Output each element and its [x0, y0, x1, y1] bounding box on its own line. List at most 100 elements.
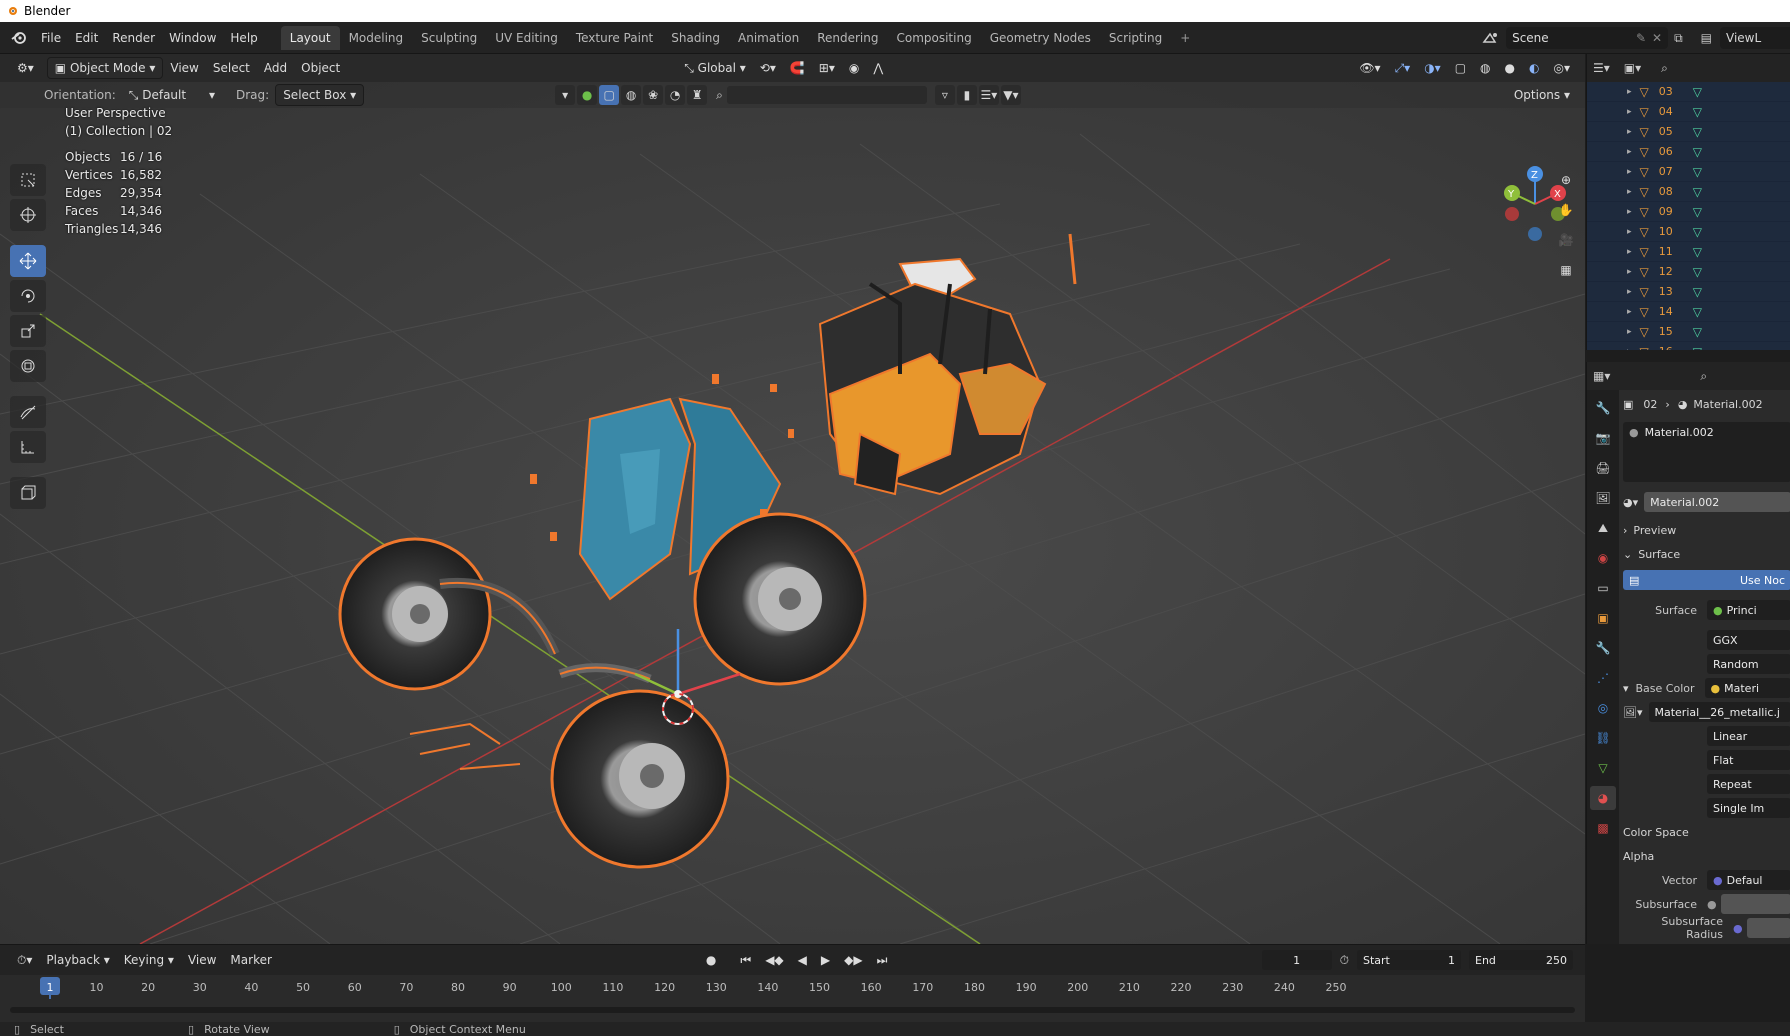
menu-select[interactable]: Select: [206, 57, 257, 79]
prev-keyframe-icon[interactable]: ◀◆: [758, 949, 790, 971]
blender-menu-icon[interactable]: [4, 30, 34, 46]
viewport-filter-icon-4[interactable]: ♜: [687, 85, 708, 105]
drag-dropdown[interactable]: Select Box ▾: [275, 84, 365, 106]
material-browse-icon[interactable]: ◕▾: [1623, 496, 1638, 509]
surface-shader-field[interactable]: ● Princi: [1707, 600, 1790, 620]
play-reverse-icon[interactable]: ◀: [791, 949, 814, 971]
funnel-icon[interactable]: ▼▾: [1000, 85, 1021, 105]
shading-solid-icon[interactable]: ●: [1498, 57, 1522, 79]
outliner-item-name[interactable]: 09: [1659, 205, 1693, 218]
outliner-item-name[interactable]: 08: [1659, 185, 1693, 198]
pin-icon[interactable]: ✎: [1636, 31, 1646, 45]
clear-filter-icon[interactable]: ▿: [934, 85, 955, 105]
outliner-row[interactable]: ▸ ▽ 12 ▽: [1587, 262, 1790, 282]
scale-tool-icon[interactable]: [10, 315, 46, 347]
jump-start-icon[interactable]: ⏮: [733, 949, 758, 971]
expand-arrow-icon[interactable]: ▸: [1627, 147, 1632, 157]
annotate-tool-icon[interactable]: [10, 396, 46, 428]
visibility-icon[interactable]: 👁▾: [1352, 57, 1387, 79]
menu-marker[interactable]: Marker: [223, 949, 278, 971]
mode-selector[interactable]: ▣ Object Mode ▾: [46, 57, 164, 79]
menu-add[interactable]: Add: [257, 57, 294, 79]
display-mode-icon[interactable]: ▣▾: [1624, 61, 1641, 75]
modifier-tab-icon[interactable]: 🔧: [1590, 636, 1616, 660]
expand-arrow-icon[interactable]: ▸: [1627, 207, 1632, 217]
scene-name-field[interactable]: Scene ✎ ✕: [1506, 27, 1669, 49]
editor-type-button[interactable]: ⚙▾: [10, 57, 41, 79]
tool-tab-icon[interactable]: 🔧: [1590, 396, 1616, 420]
search-icon[interactable]: ⌕: [716, 88, 723, 103]
shading-rendered-icon[interactable]: ◎▾: [1547, 57, 1578, 79]
viewport-filter-icon-2[interactable]: ❀: [643, 85, 664, 105]
outliner-item-name[interactable]: 15: [1659, 325, 1693, 338]
render-tab-icon[interactable]: 📷: [1590, 426, 1616, 450]
tab-scripting[interactable]: Scripting: [1100, 26, 1171, 50]
subsurface-method-dropdown[interactable]: Random: [1707, 654, 1790, 674]
outliner-row[interactable]: ▸ ▽ 09 ▽: [1587, 202, 1790, 222]
outliner-row[interactable]: ▸ ▽ 06 ▽: [1587, 142, 1790, 162]
shading-material-icon[interactable]: ◐: [1522, 57, 1546, 79]
view-layer-field[interactable]: ViewL: [1720, 27, 1790, 49]
bookmark-icon[interactable]: ▮: [956, 85, 977, 105]
expand-arrow-icon[interactable]: ▸: [1627, 247, 1632, 257]
menu-keying[interactable]: Keying ▾: [117, 949, 181, 971]
tab-compositing[interactable]: Compositing: [887, 26, 980, 50]
expand-arrow-icon[interactable]: ▸: [1627, 87, 1632, 97]
expand-arrow-icon[interactable]: ▸: [1627, 287, 1632, 297]
camera-view-icon[interactable]: 🎥: [1552, 226, 1580, 254]
select-box-tool-icon[interactable]: [10, 164, 46, 196]
rotate-tool-icon[interactable]: [10, 280, 46, 312]
wheel-front-left[interactable]: [550, 689, 730, 869]
wheel-left[interactable]: [338, 537, 492, 691]
expand-arrow-icon[interactable]: ▸: [1627, 167, 1632, 177]
properties-editor-type-icon[interactable]: ▦▾: [1593, 369, 1610, 383]
end-frame-field[interactable]: End 250: [1469, 950, 1573, 970]
expand-arrow-icon[interactable]: ▸: [1627, 187, 1632, 197]
orientation-dropdown[interactable]: ⤡ Default ▾: [122, 84, 222, 106]
image-texture-field[interactable]: Material__26_metallic.j: [1648, 702, 1790, 722]
outliner-row[interactable]: ▸ ▽ 13 ▽: [1587, 282, 1790, 302]
menu-view[interactable]: View: [163, 57, 205, 79]
physics-tab-icon[interactable]: ◎: [1590, 696, 1616, 720]
proportional-edit-icon[interactable]: ◉: [842, 57, 866, 79]
measure-tool-icon[interactable]: [10, 431, 46, 463]
outliner-item-name[interactable]: 06: [1659, 145, 1693, 158]
outliner-row[interactable]: ▸ ▽ 14 ▽: [1587, 302, 1790, 322]
stopwatch-icon[interactable]: ⏱: [1340, 953, 1349, 968]
gizmo-toggle-icon[interactable]: ⤢▾: [1388, 57, 1418, 79]
expand-arrow-icon[interactable]: ▸: [1627, 267, 1632, 277]
sort-icon[interactable]: ☰▾: [978, 85, 999, 105]
tab-shading[interactable]: Shading: [662, 26, 729, 50]
tab-geometry-nodes[interactable]: Geometry Nodes: [981, 26, 1100, 50]
transform-tool-icon[interactable]: [10, 350, 46, 382]
snap-icon[interactable]: 🧲: [783, 57, 812, 79]
outliner-item-name[interactable]: 13: [1659, 285, 1693, 298]
menu-file[interactable]: File: [34, 31, 68, 45]
pan-hand-icon[interactable]: ✋: [1552, 196, 1580, 224]
timeline-editor-type-icon[interactable]: ⏱▾: [10, 949, 39, 971]
scene-tab-icon[interactable]: ⛰: [1590, 516, 1616, 540]
timeline-scrollbar[interactable]: [10, 1007, 1575, 1013]
select-mode-icon[interactable]: ▢: [599, 85, 620, 105]
shading-wireframe-icon[interactable]: ◍: [1473, 57, 1497, 79]
object-color-icon[interactable]: ●: [577, 85, 598, 105]
next-keyframe-icon[interactable]: ◆▶: [837, 949, 869, 971]
ortho-toggle-icon[interactable]: ▦: [1552, 256, 1580, 284]
extension-dropdown[interactable]: Repeat: [1707, 774, 1790, 794]
timeline-ruler[interactable]: 1 10 20 30 40 50 60 70 80 90 100 110 120 130 140 150 160…: [0, 975, 1585, 999]
expand-arrow-icon[interactable]: ▸: [1627, 307, 1632, 317]
source-dropdown[interactable]: Single Im: [1707, 798, 1790, 818]
record-button[interactable]: ●: [699, 949, 723, 971]
preview-panel-header[interactable]: › Preview: [1623, 518, 1790, 542]
tab-texture-paint[interactable]: Texture Paint: [567, 26, 662, 50]
new-scene-icon[interactable]: ⧉: [1674, 31, 1683, 46]
view-layer-icon[interactable]: ▤: [1701, 31, 1712, 45]
outliner-item-name[interactable]: 12: [1659, 265, 1693, 278]
properties-search-icon[interactable]: ⌕: [1700, 369, 1707, 384]
jump-end-icon[interactable]: ⏭: [870, 949, 895, 971]
outliner-row[interactable]: ▸ ▽ 11 ▽: [1587, 242, 1790, 262]
play-icon[interactable]: ▶: [814, 949, 837, 971]
tab-modeling[interactable]: Modeling: [340, 26, 413, 50]
options-dropdown[interactable]: Options ▾: [1507, 84, 1577, 106]
tab-sculpting[interactable]: Sculpting: [412, 26, 486, 50]
